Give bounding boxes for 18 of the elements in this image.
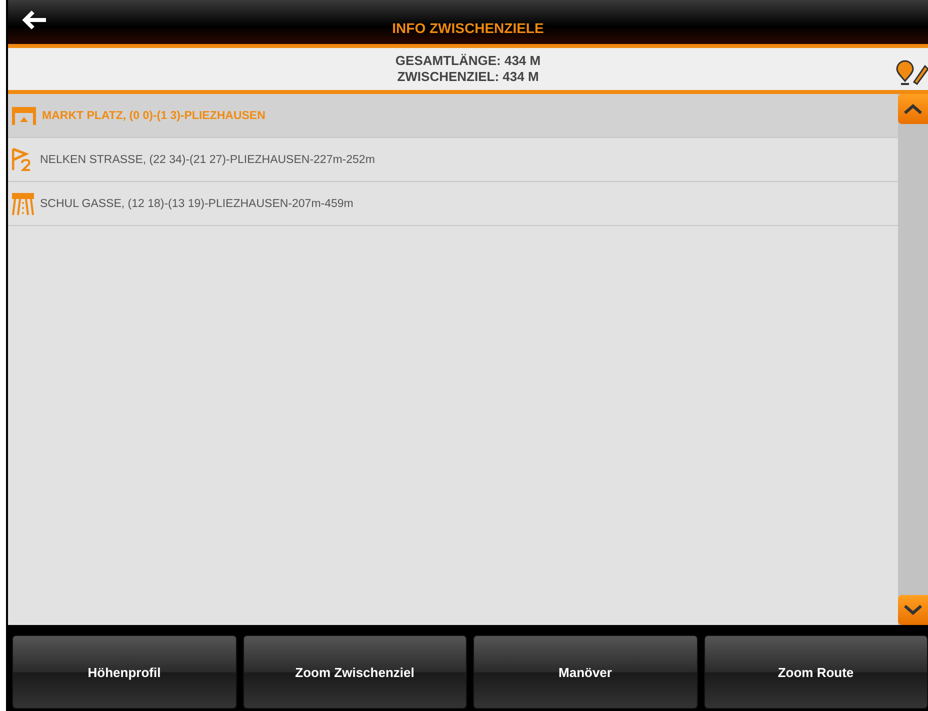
- action-button[interactable]: Zoom Route: [704, 635, 928, 709]
- action-button[interactable]: Höhenprofil: [12, 635, 236, 709]
- waypoint-label: SCHUL GASSE, (12 18)-(13 19)-PLIEZHAUSEN-207m-459m: [40, 198, 354, 210]
- summary-text: ZWISCHENZIEL: 434 M: [397, 69, 539, 85]
- action-button[interactable]: Manöver: [473, 635, 698, 709]
- waypoint-label: NELKEN STRASSE, (22 34)-(21 27)-PLIEZHAUSEN-227m-252m: [40, 154, 375, 166]
- start-flag-icon: [12, 106, 36, 124]
- back-arrow-icon[interactable]: [22, 10, 48, 30]
- scroll-down-button[interactable]: [898, 595, 928, 625]
- waypoint-label: MARKT PLATZ, (0 0)-(1 3)-PLIEZHAUSEN: [42, 110, 266, 122]
- summary-text: GESAMTLÄNGE: 434 M: [395, 53, 541, 69]
- screen-title: INFO ZWISCHENZIELE: [392, 20, 544, 36]
- chevron-down-icon: [903, 604, 923, 616]
- action-button[interactable]: Zoom Zwischenziel: [242, 635, 467, 709]
- finish-road-icon: [12, 192, 34, 216]
- chevron-up-icon: [903, 103, 923, 115]
- pin-edit-icon[interactable]: [896, 60, 928, 86]
- scroll-up-button[interactable]: [898, 94, 928, 124]
